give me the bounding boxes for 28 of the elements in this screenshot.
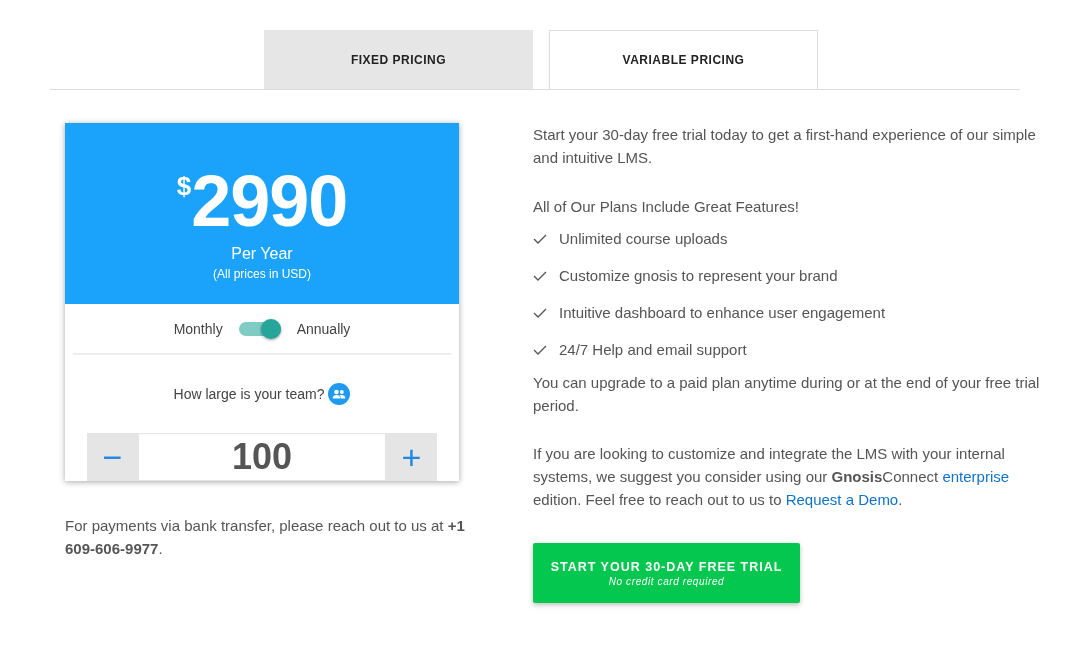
decrease-button[interactable]: − (87, 433, 138, 481)
price-amount: 2990 (191, 165, 348, 237)
enterprise-paragraph: If you are looking to customize and integrate the LMS with your internal systems, we suggest you consider using our GnosisConnect enterprise edition. Feel free to reach out to us to Request a Demo. (533, 444, 1011, 510)
bank-transfer-note: For payments via bank transfer, please reach out to us at +1 609-606-9977. (65, 516, 465, 559)
pricing-tab[interactable]: VARIABLE PRICING (549, 30, 818, 89)
team-question: How large is your team? (173, 386, 325, 402)
feature-text: 24/7 Help and email support (559, 340, 747, 360)
pricing-tab[interactable]: FIXED PRICING (264, 30, 533, 89)
team-icon (328, 383, 351, 405)
billing-toggle[interactable] (238, 318, 281, 339)
currency-symbol: $ (176, 171, 192, 201)
features-heading: All of Our Plans Include Great Features! (533, 197, 800, 217)
team-size-field[interactable]: 100 (138, 433, 386, 481)
currency-note: (All prices in USD) (213, 267, 311, 281)
text-link[interactable]: enterprise (942, 468, 1010, 485)
check-icon (533, 307, 547, 318)
feature-text: Unlimited course uploads (559, 229, 728, 249)
billing-period: Per Year (231, 245, 293, 263)
trial-intro: Start your 30-day free trial today to get a first-hand experience of our simple and intuitive LMS. (533, 125, 1037, 168)
feature-text: Customize gnosis to represent your brand (559, 266, 838, 286)
increase-button[interactable]: + (386, 433, 437, 481)
feature-text: Intuitive dashboard to enhance user engagement (559, 303, 886, 323)
monthly-label: Monthly (173, 320, 223, 337)
upgrade-note: You can upgrade to a paid plan anytime during or at the end of your free trial period. (533, 373, 1041, 416)
check-icon (533, 344, 547, 355)
check-icon (533, 233, 547, 244)
annually-label: Annually (296, 320, 351, 337)
check-icon (533, 270, 547, 281)
